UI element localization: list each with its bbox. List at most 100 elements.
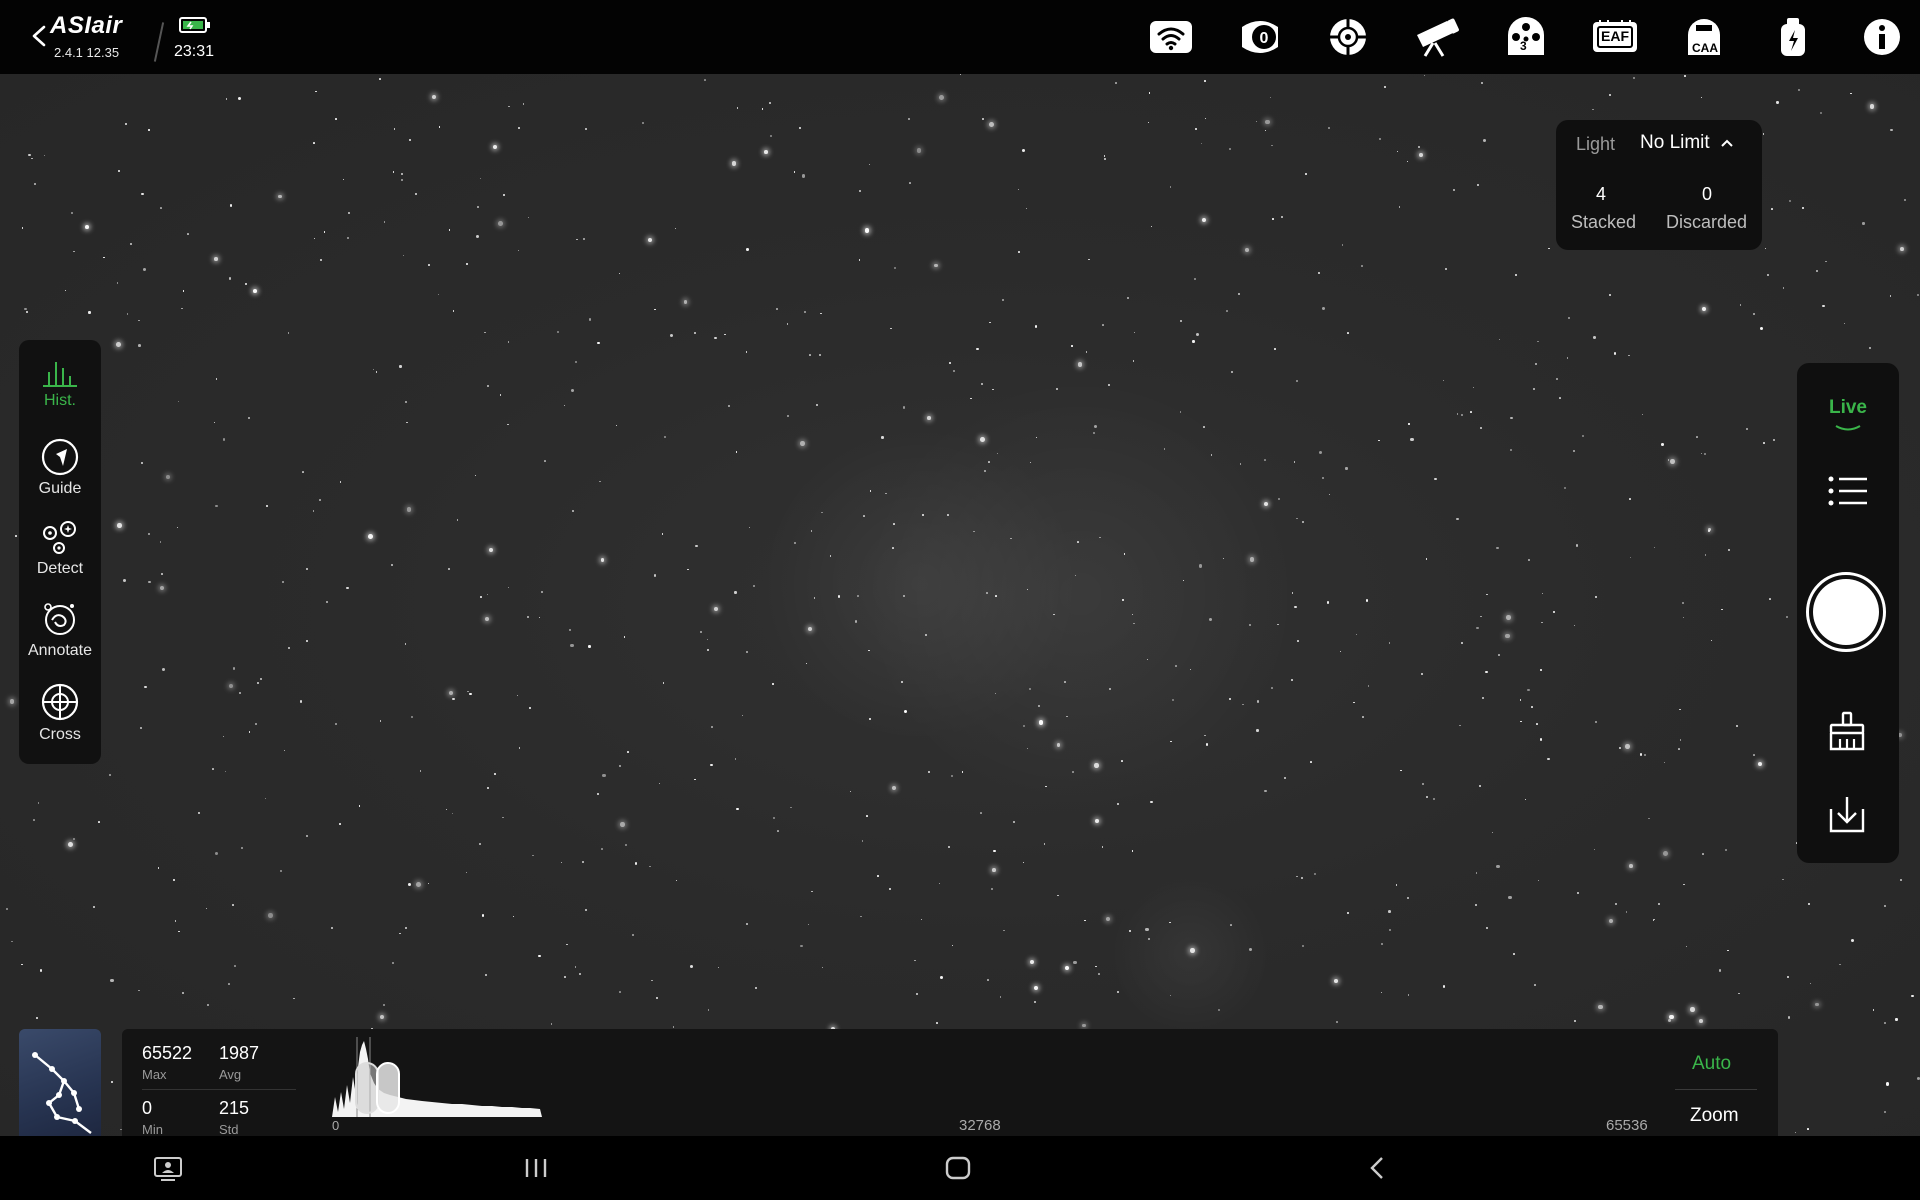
- cross-tool[interactable]: Cross: [19, 682, 101, 744]
- star: [1540, 668, 1543, 671]
- star: [268, 913, 273, 918]
- star: [1301, 944, 1305, 948]
- caa-icon[interactable]: CAA: [1680, 16, 1728, 58]
- stacked-count: 4: [1596, 184, 1607, 204]
- filter-wheel-icon[interactable]: 3: [1502, 16, 1550, 58]
- star: [1456, 518, 1459, 521]
- star: [488, 547, 494, 553]
- star: [1564, 487, 1567, 490]
- star: [1660, 442, 1664, 446]
- star: [790, 806, 792, 809]
- star: [293, 997, 295, 1000]
- star: [560, 861, 563, 864]
- star: [1843, 322, 1846, 325]
- star: [198, 812, 200, 814]
- star: [976, 347, 979, 351]
- constellation-thumbnail[interactable]: [19, 1029, 101, 1136]
- limit-dropdown[interactable]: No Limit: [1640, 132, 1734, 154]
- star: [1593, 848, 1596, 851]
- guide-tool[interactable]: Guide: [19, 438, 101, 498]
- star: [1269, 96, 1272, 99]
- hist-tool[interactable]: Hist.: [19, 356, 101, 410]
- star: [550, 1022, 553, 1025]
- star: [281, 581, 284, 584]
- star: [73, 250, 75, 253]
- star: [787, 414, 790, 417]
- star: [543, 460, 546, 463]
- star: [1305, 173, 1307, 175]
- star: [980, 811, 983, 814]
- star: [233, 965, 236, 967]
- star: [890, 327, 892, 330]
- hist-std-label: Std: [219, 1122, 239, 1137]
- star: [117, 523, 122, 528]
- star: [368, 534, 374, 539]
- live-mode-label: Live: [1828, 397, 1868, 418]
- star: [1819, 112, 1822, 115]
- star: [1883, 904, 1887, 908]
- star: [585, 127, 588, 130]
- star: [717, 966, 720, 969]
- home-icon[interactable]: [945, 1156, 971, 1185]
- star: [502, 816, 504, 819]
- star: [339, 481, 342, 484]
- star: [1776, 101, 1779, 104]
- star: [1202, 218, 1207, 223]
- star: [1480, 81, 1483, 85]
- star: [507, 423, 509, 426]
- star: [858, 259, 861, 261]
- telescope-icon[interactable]: [1412, 16, 1460, 58]
- star: [1296, 517, 1298, 520]
- download-icon[interactable]: [1827, 795, 1867, 840]
- back-icon[interactable]: [1368, 1156, 1388, 1185]
- star: [1782, 287, 1785, 289]
- star: [1353, 701, 1356, 704]
- star: [714, 336, 717, 339]
- hist-label: Hist.: [44, 392, 76, 409]
- star: [1204, 117, 1207, 120]
- annotate-tool[interactable]: Annotate: [19, 600, 101, 660]
- star: [404, 643, 407, 645]
- star: [1301, 520, 1304, 524]
- star: [876, 875, 879, 878]
- star: [1043, 843, 1046, 846]
- star: [769, 102, 771, 105]
- star: [585, 908, 588, 911]
- screen-capture-icon[interactable]: [153, 1156, 183, 1187]
- clear-brush-icon[interactable]: [1827, 711, 1867, 756]
- zoom-button[interactable]: Zoom: [1690, 1105, 1739, 1127]
- wifi-icon[interactable]: [1147, 16, 1195, 58]
- guide-scope-icon[interactable]: [1324, 16, 1372, 58]
- list-icon[interactable]: [1827, 473, 1869, 514]
- auto-stretch-button[interactable]: Auto: [1692, 1053, 1731, 1075]
- white-point-slider[interactable]: [376, 1062, 400, 1114]
- live-mode-selector[interactable]: Live: [1797, 397, 1899, 433]
- star: [811, 890, 813, 893]
- star: [1388, 910, 1392, 914]
- star: [1496, 864, 1500, 869]
- star: [800, 945, 803, 948]
- star: [1328, 493, 1331, 496]
- star: [264, 798, 266, 800]
- star: [1807, 1128, 1810, 1131]
- camera-zero-icon[interactable]: 0: [1236, 16, 1284, 58]
- star: [1609, 919, 1614, 924]
- recent-apps-icon[interactable]: [524, 1157, 548, 1184]
- star: [1244, 248, 1249, 252]
- star: [752, 584, 755, 587]
- star: [1707, 529, 1710, 532]
- shutter-button[interactable]: [1806, 572, 1886, 652]
- star: [1537, 879, 1540, 882]
- eaf-icon[interactable]: EAF: [1591, 16, 1639, 58]
- detect-tool[interactable]: Detect: [19, 520, 101, 578]
- star: [358, 805, 361, 807]
- star: [438, 126, 441, 128]
- star: [1442, 985, 1446, 989]
- star: [1787, 975, 1790, 978]
- power-icon[interactable]: [1769, 16, 1817, 58]
- star: [419, 770, 422, 772]
- star: [1336, 1021, 1339, 1023]
- info-icon[interactable]: [1858, 16, 1906, 58]
- star: [658, 782, 661, 785]
- star: [777, 830, 780, 833]
